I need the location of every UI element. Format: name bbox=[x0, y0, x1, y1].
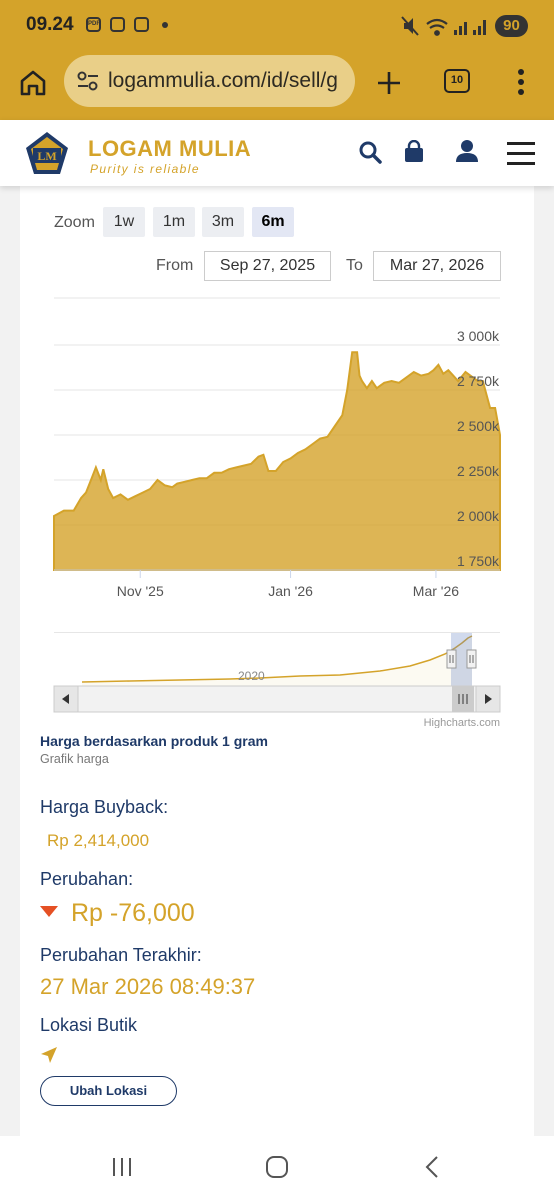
y-tick-label: 1 750k bbox=[457, 553, 500, 569]
buyback-label: Harga Buyback: bbox=[40, 797, 169, 817]
site-settings-icon[interactable] bbox=[76, 70, 100, 92]
location-arrow-icon[interactable] bbox=[40, 1046, 58, 1064]
more-notifications-icon bbox=[162, 22, 168, 28]
change-location-button[interactable]: Ubah Lokasi bbox=[40, 1076, 177, 1106]
scrollbar-track[interactable] bbox=[53, 685, 501, 713]
status-icons bbox=[401, 16, 486, 36]
url-bar[interactable]: logammulia.com/id/sell/g bbox=[64, 55, 355, 107]
to-date-input[interactable]: Mar 27, 2026 bbox=[373, 251, 501, 281]
status-bar: 09.24 PDF 90 bbox=[0, 0, 554, 52]
y-tick-label: 2 250k bbox=[457, 463, 500, 479]
system-nav-bar bbox=[0, 1136, 554, 1200]
y-tick-label: 3 000k bbox=[457, 328, 500, 344]
zoom-6m-button[interactable]: 6m bbox=[252, 207, 294, 237]
pdf-notification-icon: PDF bbox=[86, 17, 101, 32]
highcharts-credits[interactable]: Highcharts.com bbox=[424, 717, 500, 728]
change-value: Rp -76,000 bbox=[71, 899, 195, 927]
cart-icon[interactable] bbox=[403, 140, 425, 164]
tab-switcher-button[interactable]: 10 bbox=[444, 69, 470, 93]
triangle-down-icon bbox=[40, 906, 58, 917]
mute-icon bbox=[401, 16, 419, 36]
logo-text: LM bbox=[37, 149, 56, 163]
x-tick-label: Jan '26 bbox=[268, 583, 313, 599]
battery-indicator: 90 bbox=[495, 15, 528, 37]
site-header: LM LOGAM MULIA Purity is reliable bbox=[0, 120, 554, 186]
x-tick-label: Nov '25 bbox=[117, 583, 164, 599]
signal-icon-2 bbox=[473, 20, 486, 35]
x-tick-label: Mar '26 bbox=[413, 583, 459, 599]
chart-navigator[interactable]: 2020 Highcharts.com bbox=[0, 628, 554, 728]
back-icon[interactable] bbox=[424, 1155, 440, 1179]
zoom-label: Zoom bbox=[54, 214, 95, 231]
home-icon[interactable] bbox=[18, 68, 48, 98]
y-tick-label: 2 500k bbox=[457, 418, 500, 434]
last-change-label: Perubahan Terakhir: bbox=[40, 945, 202, 965]
price-chart[interactable]: 1 750k 2 000k 2 250k 2 500k 2 750k 3 000k Nov… bbox=[0, 290, 554, 620]
hamburger-menu-icon[interactable] bbox=[507, 141, 535, 165]
brand-name[interactable]: LOGAM MULIA bbox=[88, 136, 251, 162]
y-tick-label: 2 750k bbox=[457, 373, 500, 389]
price-area bbox=[53, 351, 501, 571]
navigator-right-handle[interactable] bbox=[466, 649, 477, 669]
status-time: 09.24 bbox=[26, 14, 74, 35]
buyback-value: Rp 2,414,000 bbox=[47, 831, 150, 850]
last-change-value: 27 Mar 2026 08:49:37 bbox=[40, 974, 256, 999]
browser-toolbar: logammulia.com/id/sell/g 10 bbox=[0, 52, 554, 120]
more-menu-icon[interactable] bbox=[517, 68, 525, 96]
wifi-icon bbox=[426, 18, 448, 36]
change-label: Perubahan: bbox=[40, 869, 134, 889]
new-tab-icon[interactable] bbox=[376, 70, 402, 96]
from-date-input[interactable]: Sep 27, 2025 bbox=[204, 251, 331, 281]
from-label: From bbox=[156, 257, 194, 274]
zoom-1w-button[interactable]: 1w bbox=[103, 207, 145, 237]
zoom-1m-button[interactable]: 1m bbox=[153, 207, 195, 237]
user-icon[interactable] bbox=[455, 139, 479, 163]
chart-subtitle: Grafik harga bbox=[40, 752, 109, 766]
recents-icon[interactable] bbox=[111, 1156, 133, 1178]
y-tick-label: 2 000k bbox=[457, 508, 500, 524]
url-text[interactable]: logammulia.com/id/sell/g bbox=[108, 69, 338, 93]
to-label: To bbox=[346, 257, 363, 274]
chart-title: Harga berdasarkan produk 1 gram bbox=[40, 733, 268, 749]
instagram-icon-2 bbox=[134, 17, 149, 32]
home-nav-icon[interactable] bbox=[265, 1155, 289, 1179]
logo-icon[interactable]: LM bbox=[24, 130, 70, 176]
signal-icon bbox=[454, 22, 467, 35]
location-label: Lokasi Butik bbox=[40, 1015, 138, 1035]
search-icon[interactable] bbox=[358, 140, 382, 164]
navigator-left-handle[interactable] bbox=[446, 649, 457, 669]
instagram-icon bbox=[110, 17, 125, 32]
zoom-3m-button[interactable]: 3m bbox=[202, 207, 244, 237]
navigator-year-label: 2020 bbox=[238, 669, 265, 683]
brand-tagline: Purity is reliable bbox=[90, 162, 200, 176]
